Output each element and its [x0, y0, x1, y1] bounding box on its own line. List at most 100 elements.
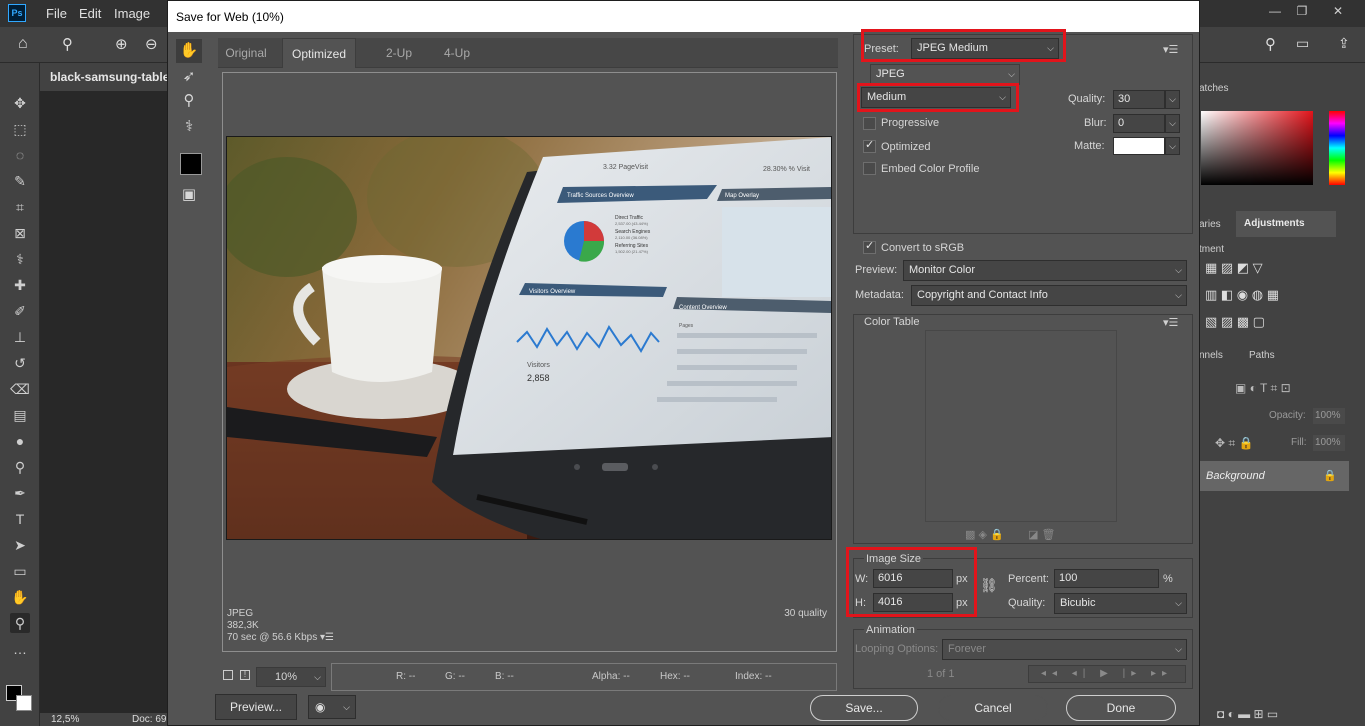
tab-4-up[interactable]: 4-Up — [428, 38, 486, 68]
hand-tool-icon[interactable]: ✋ — [176, 39, 202, 63]
eyedropper-tool-icon[interactable]: ⚕ — [10, 249, 30, 269]
tab-paths[interactable]: Paths — [1249, 350, 1275, 361]
layer-filter-icons[interactable]: ▣ ◐ T ⌗ ⊡ — [1235, 381, 1291, 396]
matte-color[interactable] — [1113, 137, 1165, 155]
percent-input[interactable]: 100 — [1054, 569, 1159, 588]
close-icon[interactable]: ✕ — [1330, 4, 1346, 20]
zoom-in-button[interactable]: ! — [240, 670, 250, 680]
lock-icons[interactable]: ✥ ⌗ 🔒 — [1215, 436, 1253, 451]
move-tool-icon[interactable]: ✥ — [10, 93, 30, 113]
adjustment-icons-row1[interactable]: ▦ ▨ ◩ ▽ — [1205, 260, 1263, 276]
browser-preview-button[interactable]: ◉ ⌵ — [308, 695, 356, 719]
zoom-tool-icon[interactable]: ⚲ — [10, 613, 30, 633]
progressive-checkbox[interactable] — [863, 117, 876, 130]
done-button[interactable]: Done — [1066, 695, 1176, 721]
blur-label: Blur: — [1084, 117, 1107, 129]
color-table-actions-icons[interactable]: ▩ ◈ 🔒 ◪ 🗑 — [965, 528, 1056, 541]
eyedropper-icon[interactable]: ⚕ — [176, 115, 202, 139]
optimize-menu-icon[interactable]: ▾☰ — [1163, 43, 1178, 56]
brush-tool-icon[interactable]: ✐ — [10, 301, 30, 321]
color-table-menu-icon[interactable]: ▾☰ — [1163, 316, 1178, 329]
slice-select-icon[interactable]: ➶ — [176, 65, 202, 89]
optimized-checkbox[interactable] — [863, 138, 876, 153]
path-select-icon[interactable]: ➤ — [10, 535, 30, 555]
zoom-in-icon[interactable]: ⊕ — [115, 35, 128, 53]
workspace-icon[interactable]: ▭ — [1296, 35, 1309, 52]
save-button[interactable]: Save... — [810, 695, 918, 721]
blur-input[interactable]: 0 — [1113, 114, 1165, 133]
shape-tool-icon[interactable]: ▭ — [10, 561, 30, 581]
share-icon[interactable]: ⇪ — [1338, 35, 1350, 52]
zoom-tool-icon[interactable]: ⚲ — [176, 89, 202, 113]
crop-tool-icon[interactable]: ⌗ — [10, 197, 30, 217]
lasso-tool-icon[interactable]: ◌ — [10, 145, 30, 165]
visits-value: 2,858 — [527, 373, 550, 383]
adjustment-icons-row2[interactable]: ▥ ◧ ◉ ◍ ▦ — [1205, 287, 1279, 303]
stamp-tool-icon[interactable]: ⊥ — [10, 327, 30, 347]
zoom-out-button[interactable] — [223, 670, 233, 680]
background-color[interactable] — [16, 695, 32, 711]
pen-tool-icon[interactable]: ✒ — [10, 483, 30, 503]
healing-tool-icon[interactable]: ✚ — [10, 275, 30, 295]
color-field[interactable] — [1201, 111, 1313, 185]
convert-srgb-checkbox[interactable] — [863, 239, 876, 254]
looping-select[interactable]: Forever ⌵ — [942, 639, 1187, 660]
tab-original[interactable]: Original — [218, 38, 274, 68]
metadata-select[interactable]: Copyright and Contact Info ⌵ — [911, 285, 1187, 306]
type-tool-icon[interactable]: T — [10, 509, 30, 529]
eraser-tool-icon[interactable]: ⌫ — [10, 379, 30, 399]
embed-profile-checkbox[interactable] — [863, 162, 876, 175]
quick-select-icon[interactable]: ✎ — [10, 171, 30, 191]
constrain-proportions-icon[interactable]: ⛓ — [980, 577, 998, 594]
cancel-button[interactable]: Cancel — [938, 695, 1048, 721]
animation-playback-controls[interactable]: ◂◂ ◂| ▶ |▸ ▸▸ — [1028, 665, 1186, 683]
document-tab[interactable]: black-samsung-tablet- — [40, 63, 170, 91]
opacity-value[interactable]: 100% — [1313, 408, 1345, 424]
home-icon[interactable]: ⌂ — [18, 35, 28, 53]
minimize-icon[interactable]: — — [1267, 4, 1283, 20]
history-brush-icon[interactable]: ↺ — [10, 353, 30, 373]
tab-swatches[interactable]: atches — [1199, 83, 1228, 94]
readout-r: R: -- — [396, 671, 416, 682]
resample-select[interactable]: Bicubic ⌵ — [1054, 593, 1187, 614]
fill-value[interactable]: 100% — [1313, 435, 1345, 451]
tab-2-up[interactable]: 2-Up — [370, 38, 428, 68]
marquee-tool-icon[interactable]: ⬚ — [10, 119, 30, 139]
preview-button[interactable]: Preview... — [215, 694, 297, 720]
menu-file[interactable]: File — [46, 6, 67, 21]
chevron-down-icon: ⌵ — [1175, 290, 1182, 300]
tab-optimized[interactable]: Optimized — [282, 38, 356, 68]
hand-tool-icon[interactable]: ✋ — [10, 587, 30, 607]
view-tabs: Original Optimized 2-Up 4-Up — [218, 38, 838, 68]
matte-chevron-icon[interactable]: ⌵ — [1165, 137, 1180, 155]
blur-slider-chevron-icon[interactable]: ⌵ — [1165, 114, 1180, 133]
layer-row[interactable]: Background 🔒 — [1199, 461, 1349, 491]
preview-select[interactable]: Monitor Color ⌵ — [903, 260, 1187, 281]
tab-libraries[interactable]: aries — [1199, 219, 1221, 230]
zoom-select[interactable]: 10% ⌵ — [256, 667, 326, 687]
quality-slider-chevron-icon[interactable]: ⌵ — [1165, 90, 1180, 109]
color-table-grid[interactable] — [925, 330, 1117, 522]
frame-tool-icon[interactable]: ⊠ — [10, 223, 30, 243]
hue-slider[interactable] — [1329, 111, 1345, 185]
tab-channels[interactable]: nnels — [1199, 350, 1223, 361]
tab-adjustments[interactable]: Adjustments — [1236, 211, 1336, 237]
menu-edit[interactable]: Edit — [79, 6, 101, 21]
menu-image[interactable]: Image — [114, 6, 150, 21]
blur-tool-icon[interactable]: ● — [10, 431, 30, 451]
restore-icon[interactable]: ❐ — [1294, 4, 1310, 20]
toggle-slices-icon[interactable]: ▣ — [176, 183, 202, 207]
layer-bottom-icons[interactable]: ◘ ◐ ▬ ⊞ ▭ — [1217, 707, 1278, 721]
eyedropper-color-swatch[interactable] — [180, 153, 202, 175]
gradient-tool-icon[interactable]: ▤ — [10, 405, 30, 425]
quality-input[interactable]: 30 — [1113, 90, 1165, 109]
more-tools-icon[interactable]: … — [10, 639, 30, 659]
format-select[interactable]: JPEG ⌵ — [870, 64, 1020, 85]
zoom-tool-icon[interactable]: ⚲ — [62, 35, 73, 53]
download-speed-menu-icon[interactable]: ▾☰ — [320, 632, 334, 643]
adjustment-icons-row3[interactable]: ▧ ▨ ▩ ▢ — [1205, 314, 1265, 330]
search-icon[interactable]: ⚲ — [1265, 35, 1276, 53]
dodge-tool-icon[interactable]: ⚲ — [10, 457, 30, 477]
convert-srgb-label: Convert to sRGB — [881, 242, 965, 254]
zoom-out-icon[interactable]: ⊖ — [145, 35, 158, 53]
